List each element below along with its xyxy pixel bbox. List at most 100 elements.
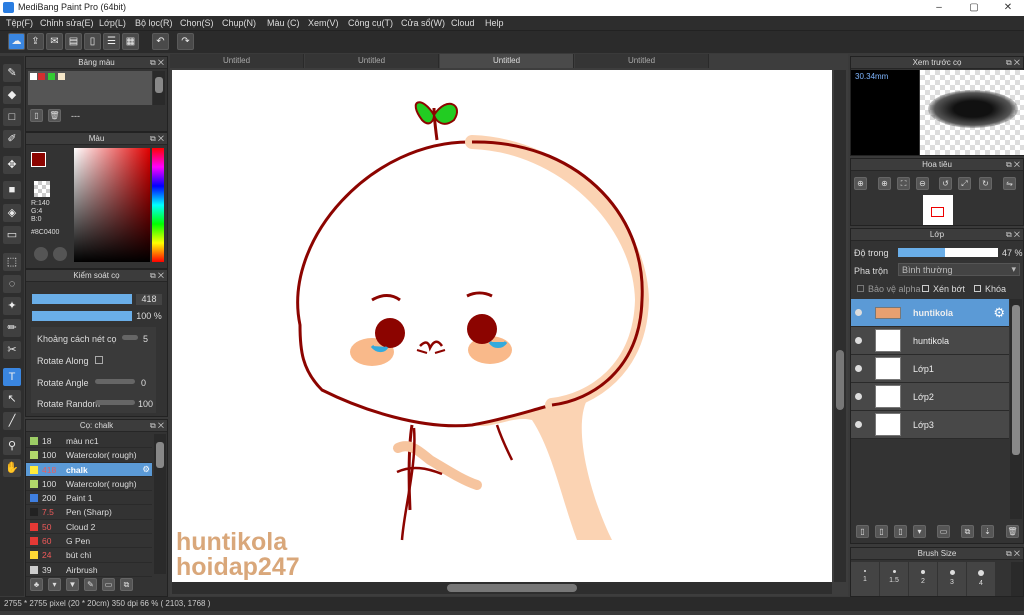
layer-row[interactable]: Lớp2 [851,383,1009,411]
menu-cloud[interactable]: Cloud [451,18,475,28]
select-eraser-tool-icon[interactable]: ✂ [3,341,21,359]
gradient-tool-icon[interactable]: ▭ [3,226,21,244]
brush-list-item[interactable]: 18 màu nc1 [26,434,152,449]
rotate-right-icon[interactable]: ↻ [979,177,992,190]
undo-icon[interactable]: ↶ [152,33,169,50]
color-wheel-icon[interactable] [34,247,48,261]
panel-close-icon[interactable]: ⧉ ✕ [1006,548,1020,560]
menu-filter[interactable]: Bộ lọc(R) [135,18,173,28]
transparent-color-swatch[interactable] [34,181,50,197]
menu-select[interactable]: Chọn(S) [180,18,214,28]
eye-icon[interactable] [855,309,862,316]
brush-folder-icon[interactable]: ▭ [102,578,115,591]
fit-screen-icon[interactable]: ⛶ [897,177,910,190]
tab-document[interactable]: Untitled [575,54,709,68]
layer-options-icon[interactable]: ▾ [913,525,926,538]
cloud-icon[interactable]: ☁ [8,33,25,50]
color-picker-mode-icon[interactable] [53,247,67,261]
spacing-slider[interactable] [122,335,138,340]
gear-icon[interactable]: ⚙ [142,464,150,475]
operation-tool-icon[interactable]: ↖ [3,390,21,408]
document-icon[interactable]: ▯ [84,33,101,50]
list-icon[interactable]: ☰ [103,33,120,50]
gear-icon[interactable]: ⚙ [993,305,1005,321]
eye-icon[interactable] [855,421,862,428]
maximize-button[interactable]: ▢ [960,0,988,16]
panel-close-icon[interactable]: ⧉ ✕ [150,57,164,69]
zoom-in-alt-icon[interactable]: ⊕ [878,177,891,190]
brush-size-cell[interactable]: 1 [851,562,879,596]
divide-tool-icon[interactable]: ╱ [3,412,21,430]
delete-palette-icon[interactable]: 🗑 [48,109,61,122]
brush-duplicate-icon[interactable]: ⧉ [120,578,133,591]
palette-swatch[interactable] [30,73,37,80]
rotate-random-slider[interactable] [95,400,135,405]
clip-checkbox[interactable] [922,285,929,292]
brush-size-cell[interactable]: 4 [967,562,995,596]
layer-row[interactable]: Lớp1 [851,355,1009,383]
brush-size-scrollbar[interactable] [1011,562,1023,596]
share-icon[interactable]: ⇪ [27,33,44,50]
foreground-color-swatch[interactable] [31,152,46,167]
brush-list-item[interactable]: 100 Watercolor( rough) [26,448,152,463]
brush-list-item[interactable]: 200 Paint 1 [26,491,152,506]
palette-swatch[interactable] [48,73,55,80]
brush-size-cell[interactable]: 2 [909,562,937,596]
brush-dropdown-icon[interactable]: ▼ [66,578,79,591]
layer-folder-icon[interactable]: ▭ [937,525,950,538]
menu-help[interactable]: Help [485,18,504,28]
select-rect-tool-icon[interactable]: ⬚ [3,253,21,271]
brush-edit-icon[interactable]: ✎ [84,578,97,591]
canvas-vertical-scrollbar[interactable] [834,70,846,582]
brush-size-cell[interactable]: 3 [938,562,966,596]
brush-list-item[interactable]: 418 chalk ⚙ [26,462,152,477]
panel-close-icon[interactable]: ⧉ ✕ [150,133,164,145]
redo-icon[interactable]: ↷ [177,33,194,50]
drawing-canvas[interactable]: huntikola hoidap247 [172,70,832,582]
panel-close-icon[interactable]: ⧉ ✕ [1006,159,1020,171]
brush-list-item[interactable]: 50 Cloud 2 [26,520,152,535]
brush-list-item[interactable]: 7.5 Pen (Sharp) [26,505,152,520]
layer-row-selected[interactable]: huntikola ⚙ [851,299,1009,327]
palette-swatch[interactable] [38,73,45,80]
panel-close-icon[interactable]: ⧉ ✕ [150,420,164,432]
hand-tool-icon[interactable]: ✋ [3,459,21,477]
canvas-horizontal-scrollbar[interactable] [172,582,832,594]
menu-capture[interactable]: Chụp(N) [222,18,256,28]
chat-icon[interactable]: ▤ [65,33,82,50]
tab-document[interactable]: Untitled [170,54,304,68]
magic-wand-tool-icon[interactable]: ✦ [3,297,21,315]
eye-icon[interactable] [855,365,862,372]
eye-icon[interactable] [855,393,862,400]
layer-opacity-slider[interactable] [898,248,998,257]
grid-icon[interactable]: ▦ [122,33,139,50]
brush-list-scrollbar[interactable] [154,434,166,574]
new-palette-icon[interactable]: ▯ [30,109,43,122]
panel-close-icon[interactable]: ⧉ ✕ [150,270,164,282]
brush-list-item[interactable]: 60 G Pen [26,534,152,549]
saturation-value-picker[interactable] [74,148,150,262]
protect-alpha-checkbox[interactable] [857,285,864,292]
menu-tools[interactable]: Công cụ(T) [348,18,393,28]
hue-slider[interactable] [152,148,164,262]
duplicate-layer-icon[interactable]: ⧉ [961,525,974,538]
menu-color[interactable]: Màu (C) [267,18,300,28]
brush-size-value[interactable]: 418 [136,294,162,305]
eyedropper-tool-icon[interactable]: ⚲ [3,437,21,455]
delete-layer-icon[interactable]: 🗑 [1006,525,1019,538]
shape-tool-icon[interactable]: □ [3,108,21,126]
fit-width-icon[interactable]: ⤢ [958,177,971,190]
menu-window[interactable]: Cửa sổ(W) [401,18,445,28]
brush-list-item[interactable]: 100 Watercolor( rough) [26,477,152,492]
eraser-tool-icon[interactable]: ◆ [3,86,21,104]
tab-document[interactable]: Untitled [305,54,439,68]
rotate-left-icon[interactable]: ↺ [939,177,952,190]
minimize-button[interactable]: – [925,0,953,16]
panel-close-icon[interactable]: ⧉ ✕ [1006,57,1020,69]
move-tool-icon[interactable]: ✥ [3,156,21,174]
flip-icon[interactable]: ⇋ [1003,177,1016,190]
eye-icon[interactable] [855,337,862,344]
brush-size-slider[interactable] [32,294,132,304]
palette-scrollbar[interactable] [153,71,165,105]
close-button[interactable]: ✕ [994,0,1022,16]
